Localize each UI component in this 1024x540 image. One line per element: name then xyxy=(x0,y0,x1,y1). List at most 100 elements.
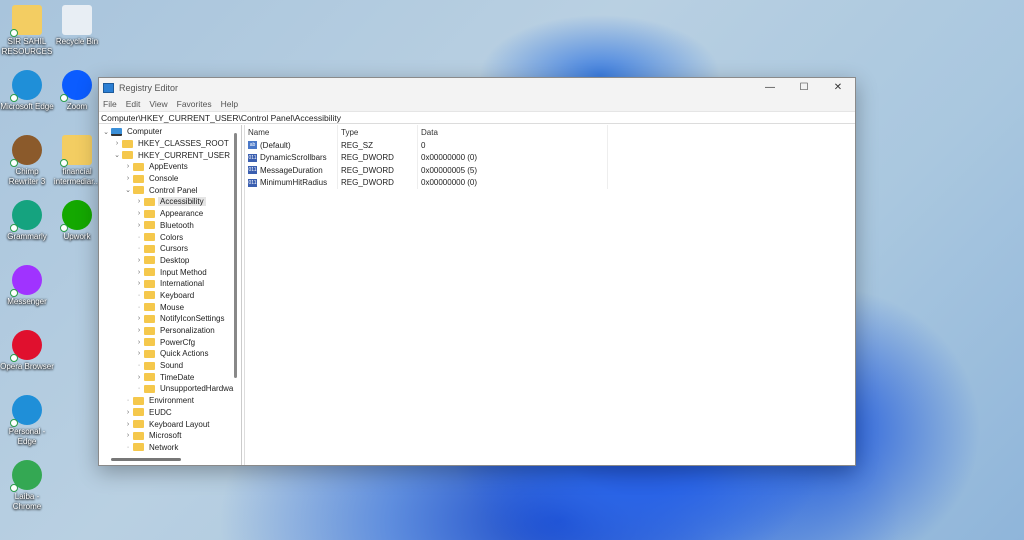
value-data: 0x00000000 (0) xyxy=(418,151,608,164)
desktop-icon[interactable]: Chimp Rewriter 3 xyxy=(0,135,54,187)
tree-item[interactable]: › Input Method xyxy=(99,266,241,278)
chevron-right-icon[interactable]: › xyxy=(124,409,132,416)
tree-item[interactable]: › Bluetooth xyxy=(99,220,241,232)
desktop-icon[interactable]: Personal - Edge xyxy=(0,395,54,447)
desktop-icon[interactable]: Recycle Bin xyxy=(50,5,104,47)
tree-item-label: Accessibility xyxy=(158,197,206,207)
tree-item[interactable]: › International xyxy=(99,278,241,290)
chevron-right-icon[interactable]: › xyxy=(124,163,132,170)
tree-item[interactable]: ⌄ Control Panel xyxy=(99,184,241,196)
chevron-right-icon[interactable]: › xyxy=(135,222,143,229)
desktop-icon[interactable]: Opera Browser xyxy=(0,330,54,372)
chevron-down-icon[interactable]: ⌄ xyxy=(102,128,110,136)
tree-line[interactable]: · xyxy=(135,234,143,241)
tree-item[interactable]: · Environment xyxy=(99,395,241,407)
desktop-icon[interactable]: Grammarly xyxy=(0,200,54,242)
tree-item-label: NotifyIconSettings xyxy=(160,314,225,324)
tree-item[interactable]: › Quick Actions xyxy=(99,348,241,360)
desktop-icon[interactable]: financial intermediar... xyxy=(50,135,104,187)
folder-icon xyxy=(60,135,92,167)
tree-item[interactable]: · Network xyxy=(99,442,241,454)
tree-line[interactable]: · xyxy=(135,385,143,392)
tree-item-label: Appearance xyxy=(160,209,204,219)
desktop-icon[interactable]: Laiba - Chrome xyxy=(0,460,54,512)
column-data[interactable]: Data xyxy=(418,125,608,139)
tree-item[interactable]: › PowerCfg xyxy=(99,336,241,348)
chevron-right-icon[interactable]: › xyxy=(135,374,143,381)
tree-line[interactable]: · xyxy=(135,304,143,311)
tree-item[interactable]: › HKEY_CLASSES_ROOT xyxy=(99,138,241,150)
desktop-icon[interactable]: Upwork xyxy=(50,200,104,242)
tree-item[interactable]: · Cursors xyxy=(99,243,241,255)
chevron-right-icon[interactable]: › xyxy=(135,280,143,287)
tree-item[interactable]: · UnsupportedHardwa xyxy=(99,383,241,395)
tree-item[interactable]: › Personalization xyxy=(99,325,241,337)
tree-item[interactable]: › AppEvents xyxy=(99,161,241,173)
tree-item[interactable]: › EUDC xyxy=(99,407,241,419)
minimize-button[interactable]: — xyxy=(753,82,787,93)
value-row[interactable]: ab (Default) REG_SZ 0 xyxy=(245,139,855,152)
chevron-right-icon[interactable]: › xyxy=(124,175,132,182)
chevron-right-icon[interactable]: › xyxy=(124,421,132,428)
tree-line[interactable]: · xyxy=(135,362,143,369)
value-row[interactable]: 011 DynamicScrollbars REG_DWORD 0x00000000 … xyxy=(245,151,855,164)
desktop-icon-label: Chimp Rewriter 3 xyxy=(8,167,46,186)
tree-item-label: Desktop xyxy=(160,255,190,265)
desktop-icon[interactable]: Microsoft Edge xyxy=(0,70,54,112)
tree-line[interactable]: · xyxy=(135,292,143,299)
tree-item[interactable]: · Sound xyxy=(99,360,241,372)
title-bar[interactable]: Registry Editor — ☐ ✕ xyxy=(99,78,855,97)
menu-view[interactable]: View xyxy=(149,99,167,109)
menu-favorites[interactable]: Favorites xyxy=(177,99,212,109)
opera-icon xyxy=(10,330,42,362)
tree-item[interactable]: ⌄ HKEY_CURRENT_USER xyxy=(99,149,241,161)
tree-vertical-scrollbar[interactable] xyxy=(234,133,237,378)
sync-status-icon xyxy=(10,354,18,362)
chevron-right-icon[interactable]: › xyxy=(135,327,143,334)
value-row[interactable]: 011 MinimumHitRadius REG_DWORD 0x00000000 (… xyxy=(245,176,855,189)
tree-item[interactable]: ⌄ Computer xyxy=(99,126,241,138)
chevron-right-icon[interactable]: › xyxy=(113,140,121,147)
tree-line[interactable]: · xyxy=(135,245,143,252)
chimp-icon xyxy=(10,135,42,167)
chevron-right-icon[interactable]: › xyxy=(135,269,143,276)
tree-item[interactable]: › Console xyxy=(99,173,241,185)
column-type[interactable]: Type xyxy=(338,125,418,139)
close-button[interactable]: ✕ xyxy=(821,82,855,93)
chevron-right-icon[interactable]: › xyxy=(135,315,143,322)
chevron-right-icon[interactable]: › xyxy=(135,198,143,205)
chevron-right-icon[interactable]: › xyxy=(135,339,143,346)
chevron-down-icon[interactable]: ⌄ xyxy=(124,186,132,194)
address-bar[interactable]: Computer\HKEY_CURRENT_USER\Control Panel… xyxy=(99,111,855,124)
tree-item[interactable]: › NotifyIconSettings xyxy=(99,313,241,325)
column-name[interactable]: Name xyxy=(245,125,338,139)
menu-help[interactable]: Help xyxy=(221,99,238,109)
desktop-icon-label: Recycle Bin xyxy=(55,37,99,46)
tree-item[interactable]: · Keyboard xyxy=(99,290,241,302)
tree-item[interactable]: › Accessibility xyxy=(99,196,241,208)
tree-item[interactable]: › TimeDate xyxy=(99,371,241,383)
chevron-right-icon[interactable]: › xyxy=(124,432,132,439)
chrome-icon xyxy=(10,460,42,492)
chevron-right-icon[interactable]: › xyxy=(135,257,143,264)
chevron-down-icon[interactable]: ⌄ xyxy=(113,151,121,159)
value-row[interactable]: 011 MessageDuration REG_DWORD 0x00000005 (5… xyxy=(245,164,855,177)
tree-line[interactable]: · xyxy=(124,397,132,404)
menu-file[interactable]: File xyxy=(103,99,117,109)
tree-item[interactable]: › Appearance xyxy=(99,208,241,220)
chevron-right-icon[interactable]: › xyxy=(135,210,143,217)
menu-edit[interactable]: Edit xyxy=(126,99,141,109)
desktop-icon[interactable]: Messenger xyxy=(0,265,54,307)
chevron-right-icon[interactable]: › xyxy=(135,350,143,357)
tree-horizontal-scrollbar[interactable] xyxy=(111,458,181,461)
desktop-icon[interactable]: SIR SAHIL RESOURCES xyxy=(0,5,54,57)
tree-item[interactable]: › Microsoft xyxy=(99,430,241,442)
maximize-button[interactable]: ☐ xyxy=(787,82,821,93)
tree-item[interactable]: › Desktop xyxy=(99,255,241,267)
tree-item[interactable]: › Keyboard Layout xyxy=(99,418,241,430)
tree-item[interactable]: · Colors xyxy=(99,231,241,243)
tree-line[interactable]: · xyxy=(124,444,132,451)
tree-item[interactable]: · Mouse xyxy=(99,301,241,313)
tree-item-label: Computer xyxy=(127,127,163,137)
desktop-icon[interactable]: Zoom xyxy=(50,70,104,112)
